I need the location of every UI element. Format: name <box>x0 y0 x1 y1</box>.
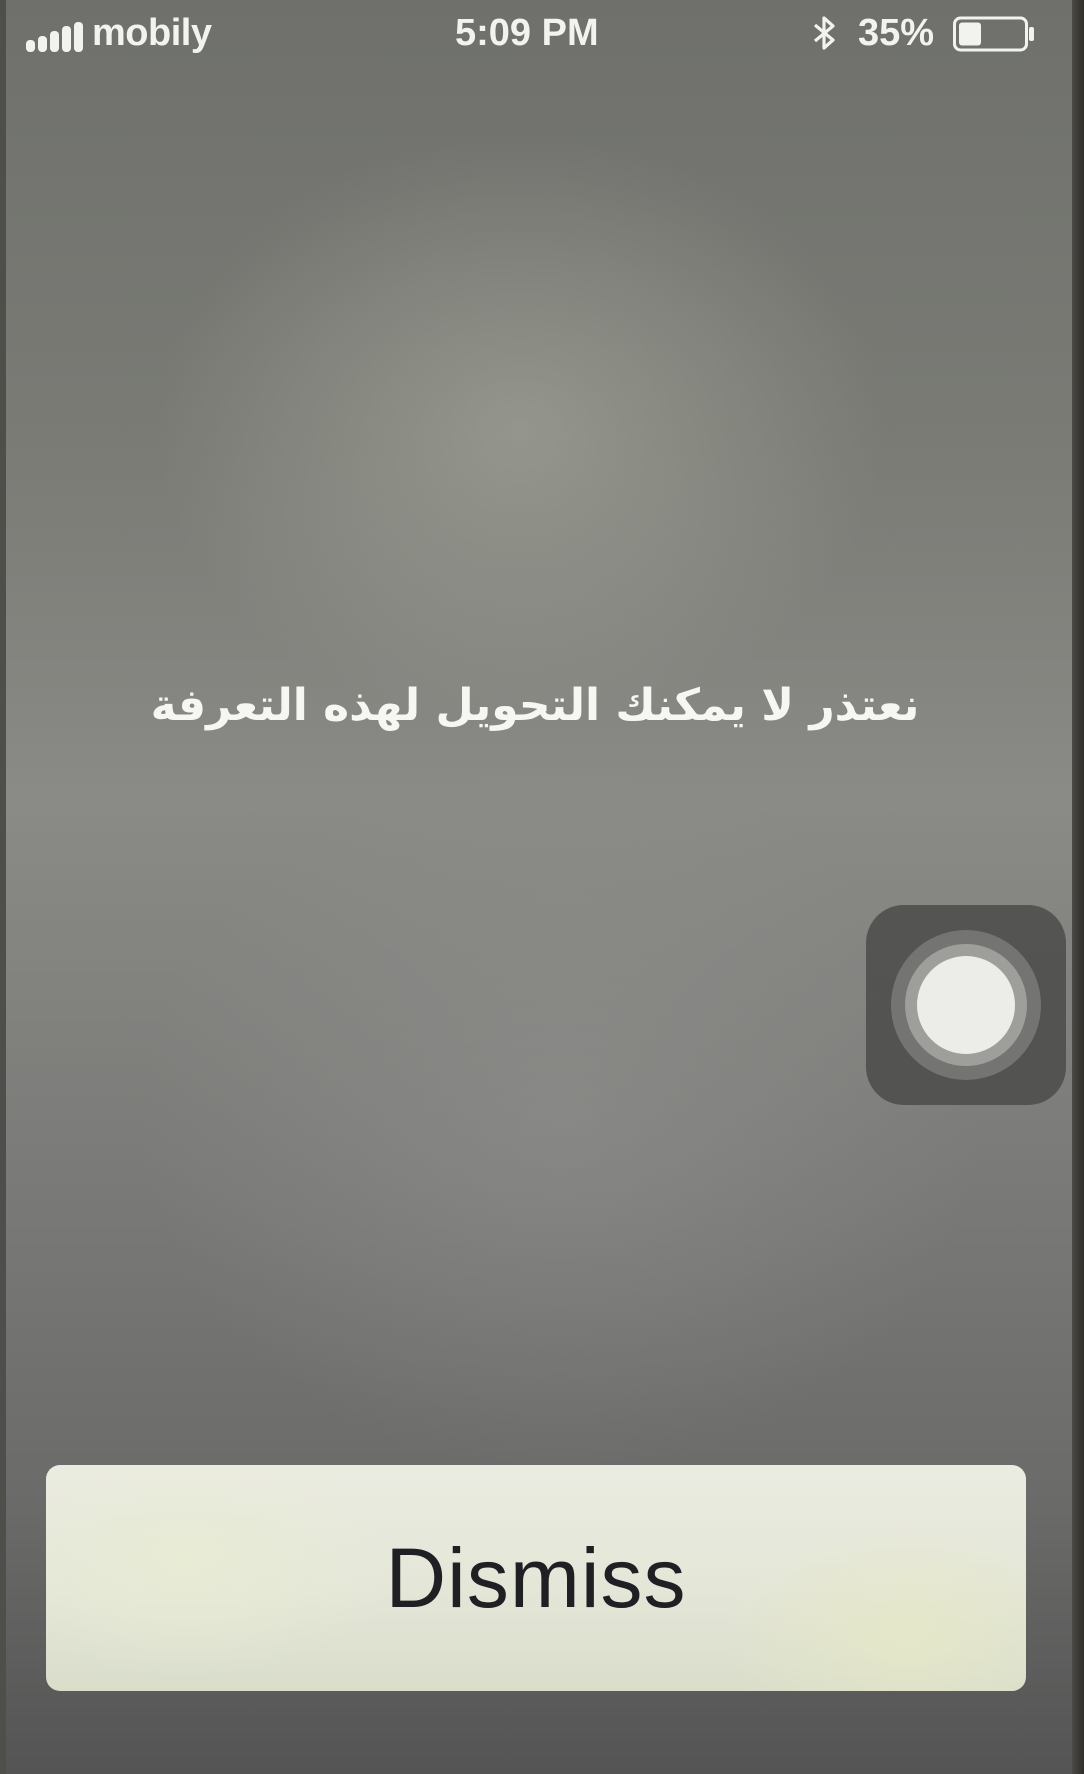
siri-response-message: نعتذر لا يمكنك التحويل لهذه التعرفة <box>150 680 920 731</box>
device-frame-right <box>1072 0 1084 1774</box>
carrier-name: mobily <box>92 12 212 54</box>
battery-percent: 35% <box>858 12 935 54</box>
battery-icon <box>953 16 1034 52</box>
signal-icon <box>26 22 83 52</box>
device-frame-left <box>0 0 6 1774</box>
assistive-touch-icon <box>891 930 1041 1080</box>
dismiss-label: Dismiss <box>385 1530 687 1625</box>
assistive-touch-core <box>917 956 1015 1054</box>
bluetooth-icon <box>813 16 835 50</box>
assistive-touch-ring <box>905 944 1027 1066</box>
assistive-touch-button[interactable] <box>866 905 1066 1105</box>
status-bar: mobily 5:09 PM 35% <box>0 0 1072 70</box>
dismiss-button[interactable]: Dismiss <box>46 1465 1026 1691</box>
status-time: 5:09 PM <box>455 12 599 54</box>
